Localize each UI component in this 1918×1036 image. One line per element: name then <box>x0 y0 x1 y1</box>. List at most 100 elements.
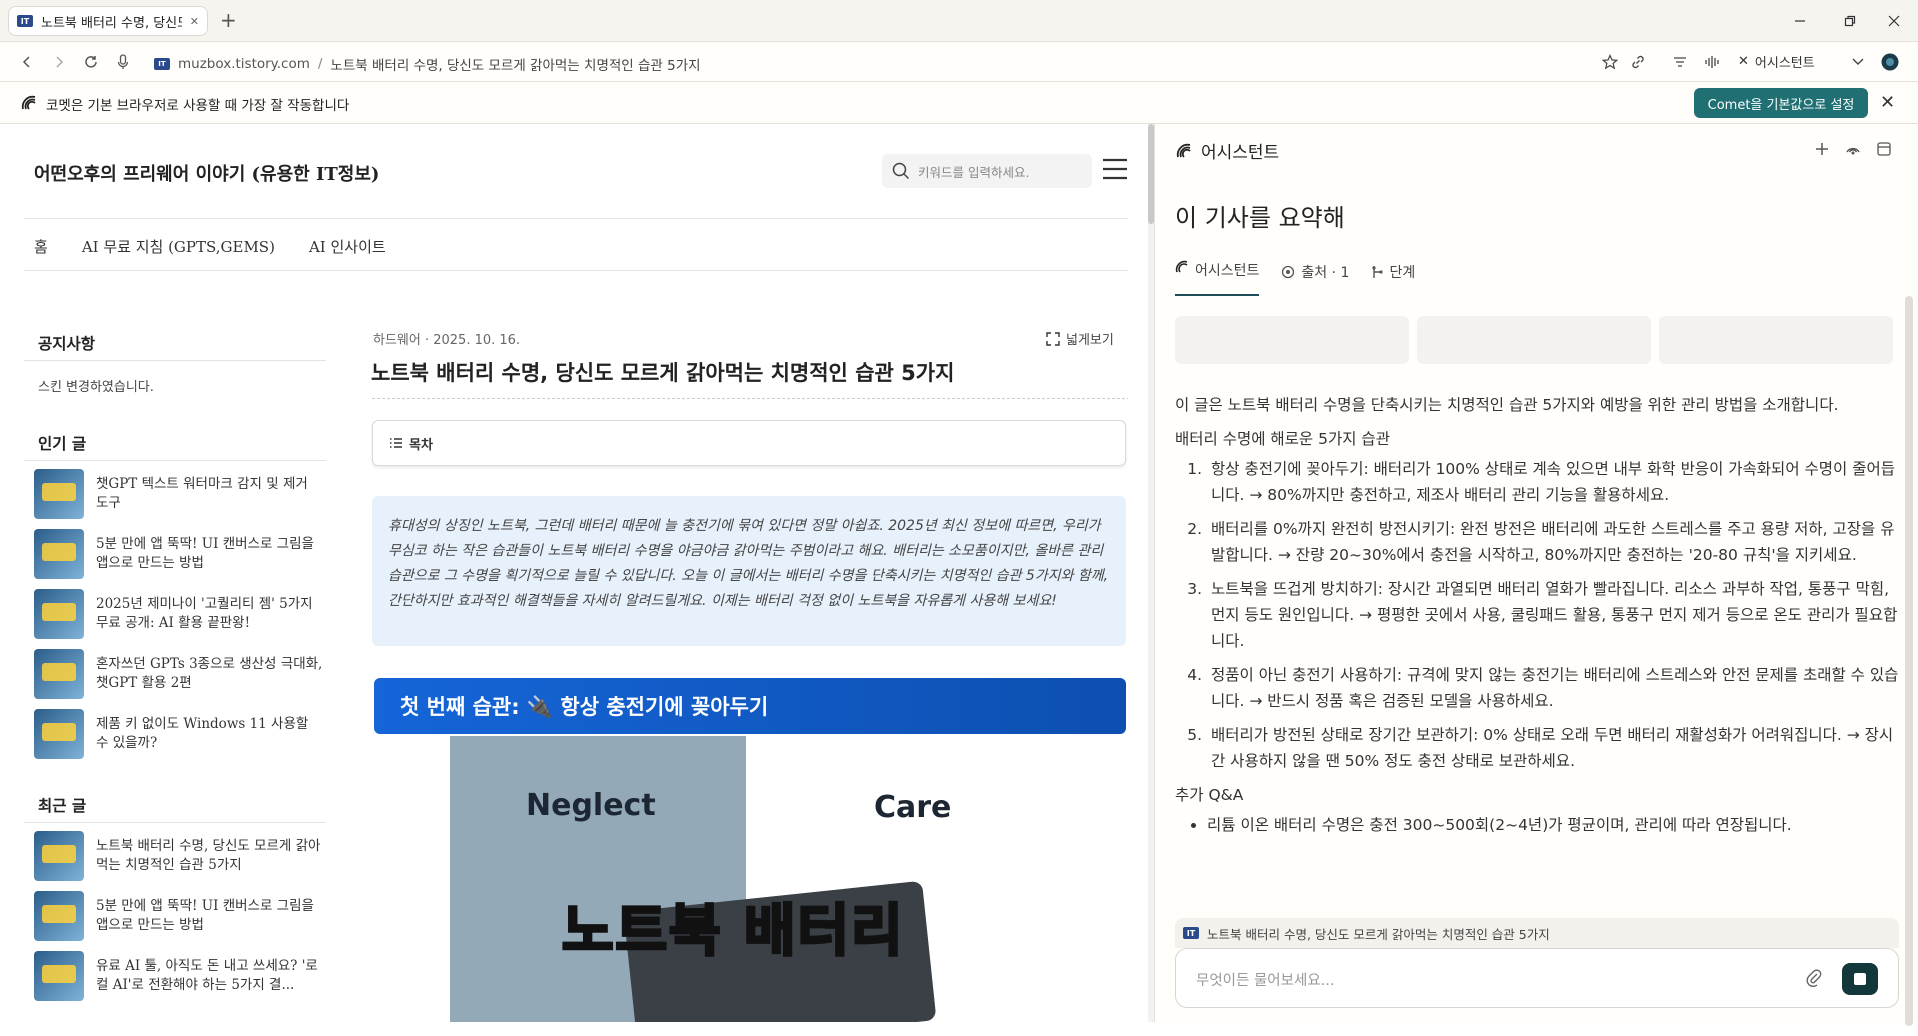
tab-assistant-label: 어시스턴트 <box>1195 263 1260 279</box>
site-favicon: IT <box>17 15 33 27</box>
reader-mode-icon[interactable] <box>1670 52 1690 72</box>
answer-summary: 이 글은 노트북 배터리 수명을 단축시키는 치명적인 습관 5가지와 예방을 … <box>1175 396 1839 414</box>
list-item[interactable]: 2025년 제미나이 '고퀄리티 젬' 5가지 무료 공개: AI 활용 끝판왕… <box>34 584 324 644</box>
post-thumbnail <box>34 831 84 881</box>
restore-icon[interactable] <box>1830 8 1870 34</box>
blog-title[interactable]: 어떤오후의 프리웨어 이야기 (유용한 IT정보) <box>34 160 379 186</box>
list-item[interactable]: 혼자쓰던 GPTs 3종으로 생산성 극대화, 챗GPT 활용 2편 <box>34 644 324 704</box>
hero-overlay-text: 노트북 배터리 <box>561 898 905 966</box>
expand-icon <box>1046 331 1060 346</box>
tab-steps[interactable]: 단계 <box>1371 258 1415 286</box>
new-thread-icon[interactable] <box>1815 142 1829 156</box>
user-query: 이 기사를 요약해 <box>1175 204 1345 232</box>
new-tab-button[interactable]: + <box>220 10 237 30</box>
post-thumbnail <box>34 589 84 639</box>
nav-item-home[interactable]: 홈 <box>34 236 48 257</box>
recent-heading: 최근 글 <box>38 796 87 815</box>
list-icon <box>390 438 402 448</box>
table-of-contents[interactable]: 목차 <box>372 420 1126 466</box>
assistant-header-title: 어시스턴트 <box>1201 143 1280 163</box>
tab-close-icon[interactable]: ✕ <box>190 15 199 28</box>
list-item: 리튬 이온 배터리 수명은 충전 300~500회(2~4년)가 평균이며, 관… <box>1207 812 1899 838</box>
paperclip-icon[interactable] <box>1806 969 1822 987</box>
post-thumbnail <box>34 709 84 759</box>
habit-list: 항상 충전기에 꽂아두기: 배터리가 100% 상태로 계속 있으면 내부 화학… <box>1207 456 1899 774</box>
url-field[interactable]: IT muzbox.tistory.com / 노트북 배터리 수명, 당신도 … <box>154 54 701 74</box>
list-item[interactable]: 5분 만에 앱 뚝딱! UI 캔버스로 그림을 앱으로 만드는 방법 <box>34 524 324 584</box>
post-title-heading: 노트북 배터리 수명, 당신도 모르게 갉아먹는 치명적인 습관 5가지 <box>371 361 955 385</box>
url-separator: / <box>317 56 323 72</box>
assistant-header: 어시스턴트 <box>1175 138 1279 163</box>
bookmark-star-icon[interactable] <box>1600 52 1620 72</box>
panel-layout-icon[interactable] <box>1877 142 1891 156</box>
list-item[interactable]: 챗GPT 텍스트 워터마크 감지 및 제거 도구 <box>34 464 324 524</box>
chevron-down-icon[interactable] <box>1848 52 1868 72</box>
hamburger-menu-icon[interactable] <box>1102 158 1128 180</box>
address-bar: IT muzbox.tistory.com / 노트북 배터리 수명, 당신도 … <box>0 42 1918 82</box>
list-item[interactable]: 노트북 배터리 수명, 당신도 모르게 갉아먹는 치명적인 습관 5가지 <box>34 826 324 886</box>
nav-item-ai-insight[interactable]: AI 인사이트 <box>309 236 386 257</box>
assistant-toggle-button[interactable]: ✕ 어시스턴트 <box>1738 52 1815 71</box>
context-source-chip[interactable]: IT 노트북 배터리 수명, 당신도 모르게 갉아먹는 치명적인 습관 5가지 <box>1175 918 1899 948</box>
browser-tab[interactable]: IT 노트북 배터리 수명, 당신도 모르게 갉아먹는 치명적인 습관 5가지 … <box>8 6 208 36</box>
sources-icon <box>1282 265 1295 279</box>
list-item: 항상 충전기에 꽂아두기: 배터리가 100% 상태로 계속 있으면 내부 화학… <box>1207 456 1899 508</box>
popular-heading: 인기 글 <box>38 434 87 453</box>
forward-icon[interactable] <box>48 51 70 73</box>
list-item[interactable]: 제품 키 없이도 Windows 11 사용할 수 있을까? <box>34 704 324 764</box>
list-item[interactable]: 유료 AI 툴, 아직도 돈 내고 쓰세요? '로컬 AI'로 전환해야 하는 … <box>34 946 324 1006</box>
wide-view-label: 넓게보기 <box>1066 333 1114 348</box>
comet-logo-icon <box>1175 260 1188 273</box>
notice-heading: 공지사항 <box>38 334 96 353</box>
list-item: 배터리가 방전된 상태로 장기간 보관하기: 0% 상태로 오래 두면 배터리 … <box>1207 722 1899 774</box>
minimize-icon[interactable] <box>1780 8 1820 34</box>
post-thumbnail <box>34 891 84 941</box>
back-icon[interactable] <box>16 51 38 73</box>
source-card-placeholder <box>1417 316 1651 364</box>
profile-avatar[interactable] <box>1880 52 1900 72</box>
set-default-button[interactable]: Comet을 기본값으로 설정 <box>1694 88 1868 118</box>
tab-sources-label: 출처 · 1 <box>1301 265 1350 281</box>
composer-input[interactable]: 무엇이든 물어보세요... <box>1175 948 1899 1008</box>
hero-neglect-label: Neglect <box>526 788 656 823</box>
panel-scroll-thumb[interactable] <box>1905 296 1913 1026</box>
intro-box: 휴대성의 상징인 노트북, 그런데 배터리 때문에 늘 충전기에 묶여 있다면 … <box>372 496 1126 646</box>
nav-item-ai-guides[interactable]: AI 무료 지침 (GPTS,GEMS) <box>82 236 275 257</box>
steps-icon <box>1372 266 1384 278</box>
qa-heading: 추가 Q&A <box>1175 786 1244 804</box>
post-title: 유료 AI 툴, 아직도 돈 내고 쓰세요? '로컬 AI'로 전환해야 하는 … <box>96 958 318 993</box>
list-item: 노트북을 뜨겁게 방치하기: 장시간 과열되면 배터리 열화가 빨라집니다. 리… <box>1207 576 1899 654</box>
broadcast-icon[interactable] <box>1845 142 1861 156</box>
notice-item[interactable]: 스킨 변경하였습니다. <box>38 376 154 395</box>
wide-view-button[interactable]: 넓게보기 <box>1046 329 1114 348</box>
post-thumbnail <box>34 649 84 699</box>
search-icon <box>892 162 910 180</box>
list-item: 정품이 아닌 충전기 사용하기: 규격에 맞지 않는 충전기는 배터리에 스트레… <box>1207 662 1899 714</box>
tab-title: 노트북 배터리 수명, 당신도 모르게 갉아먹는 치명적인 습관 5가지 <box>41 15 182 31</box>
url-page-title: 노트북 배터리 수명, 당신도 모르게 갉아먹는 치명적인 습관 5가지 <box>330 58 701 74</box>
window-close-icon[interactable] <box>1874 8 1914 34</box>
list-item[interactable]: 5분 만에 앱 뚝딱! UI 캔버스로 그림을 앱으로 만드는 방법 <box>34 886 324 946</box>
notice-close-icon[interactable]: ✕ <box>1880 92 1895 113</box>
close-assistant-icon: ✕ <box>1738 54 1749 69</box>
audio-wave-icon[interactable] <box>1702 52 1722 72</box>
site-favicon: IT <box>1183 927 1199 939</box>
blog-search-input[interactable]: 키워드를 입력하세요. <box>882 154 1092 188</box>
default-browser-notice: 코멧은 기본 브라우저로 사용할 때 가장 잘 작동합니다 Comet을 기본값… <box>0 82 1918 124</box>
comet-logo-icon <box>20 94 38 112</box>
stop-icon <box>1854 973 1866 985</box>
hero-care-label: Care <box>874 790 952 825</box>
tab-sources[interactable]: 출처 · 1 <box>1281 258 1349 286</box>
post-title: 혼자쓰던 GPTs 3종으로 생산성 극대화, 챗GPT 활용 2편 <box>96 656 323 691</box>
microphone-icon[interactable] <box>112 51 134 73</box>
search-placeholder: 키워드를 입력하세요. <box>918 164 1030 180</box>
popular-list: 챗GPT 텍스트 워터마크 감지 및 제거 도구 5분 만에 앱 뚝딱! UI … <box>34 464 324 764</box>
link-icon[interactable] <box>1628 52 1648 72</box>
stop-button[interactable] <box>1842 963 1878 995</box>
context-source-title: 노트북 배터리 수명, 당신도 모르게 갉아먹는 치명적인 습관 5가지 <box>1207 926 1550 942</box>
section-heading: 첫 번째 습관: 🔌 항상 충전기에 꽂아두기 <box>374 678 1126 734</box>
composer-placeholder: 무엇이든 물어보세요... <box>1196 973 1335 989</box>
panel-scrollbar[interactable] <box>1905 296 1913 1036</box>
tab-assistant[interactable]: 어시스턴트 <box>1175 258 1260 296</box>
reload-icon[interactable] <box>80 51 102 73</box>
